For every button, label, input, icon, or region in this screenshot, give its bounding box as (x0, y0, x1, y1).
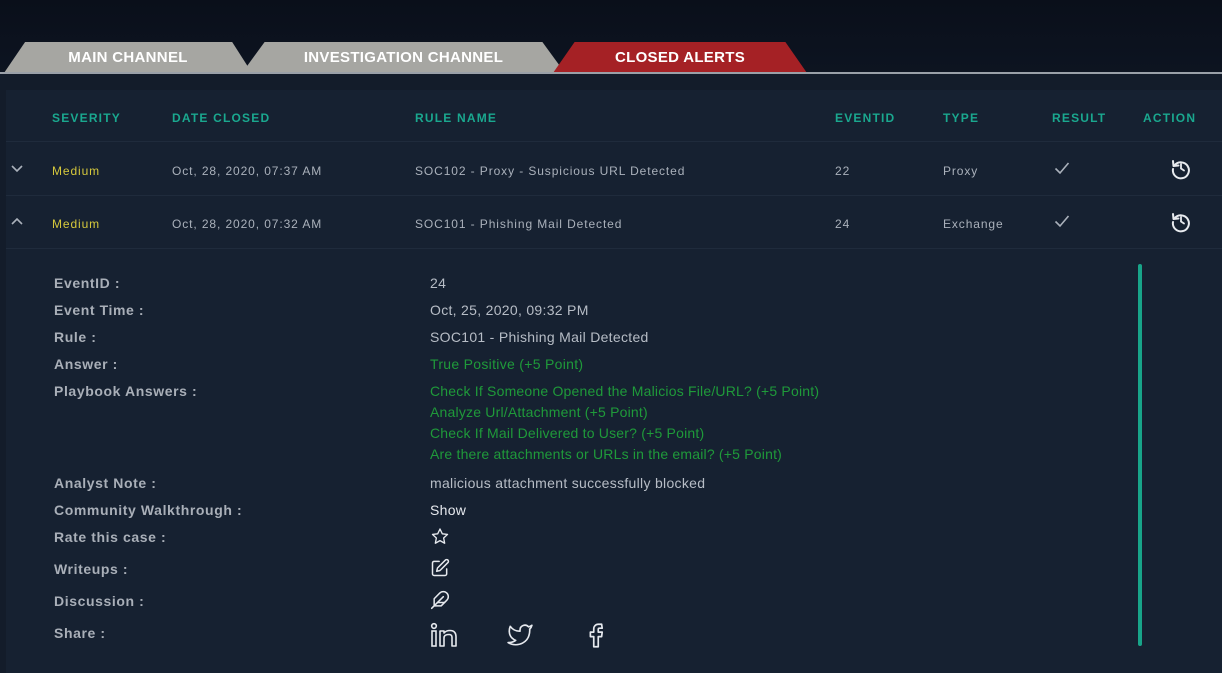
writeups-label: Writeups : (54, 561, 129, 577)
rule-name: SOC101 - Phishing Mail Detected (415, 217, 623, 231)
restore-icon[interactable] (1169, 209, 1193, 233)
column-header-result[interactable]: RESULT (1052, 111, 1106, 125)
chevron-up-icon[interactable] (10, 214, 24, 228)
table-row[interactable]: Medium Oct, 28, 2020, 07:32 AM SOC101 - … (6, 196, 1222, 249)
tab-investigation-channel[interactable]: INVESTIGATION CHANNEL (242, 42, 565, 73)
playbook-answer: Check If Mail Delivered to User? (+5 Poi… (430, 425, 705, 441)
table-row[interactable]: Medium Oct, 28, 2020, 07:37 AM SOC102 - … (6, 143, 1222, 196)
edit-icon[interactable] (430, 558, 450, 578)
event-id: 24 (835, 217, 851, 231)
rule-label: Rule : (54, 329, 97, 345)
playbook-answer: Analyze Url/Attachment (+5 Point) (430, 404, 648, 420)
tab-label: INVESTIGATION CHANNEL (303, 49, 504, 66)
star-icon[interactable] (430, 527, 450, 546)
event-time-value: Oct, 25, 2020, 09:32 PM (430, 302, 589, 318)
details-scrollbar[interactable] (1138, 264, 1142, 646)
playbook-answers-label: Playbook Answers : (54, 383, 198, 399)
answer-label: Answer : (54, 356, 118, 372)
column-header-severity[interactable]: SEVERITY (52, 111, 121, 125)
date-closed: Oct, 28, 2020, 07:37 AM (172, 164, 323, 178)
column-header-date-closed[interactable]: DATE CLOSED (172, 111, 270, 125)
playbook-answer: Check If Someone Opened the Malicios Fil… (430, 383, 820, 399)
alert-type: Exchange (943, 217, 1004, 231)
severity-badge: Medium (52, 217, 101, 231)
tab-label: MAIN CHANNEL (68, 49, 188, 66)
check-icon (1054, 162, 1070, 175)
tab-closed-alerts[interactable]: CLOSED ALERTS (553, 42, 807, 73)
table-header: SEVERITY DATE CLOSED RULE NAME EVENTID T… (6, 90, 1222, 142)
analyst-note-value: malicious attachment successfully blocke… (430, 475, 706, 491)
show-walkthrough-link[interactable]: Show (430, 502, 466, 518)
facebook-icon[interactable] (586, 622, 606, 649)
check-icon (1054, 215, 1070, 228)
chevron-down-icon[interactable] (10, 161, 24, 175)
analyst-note-label: Analyst Note : (54, 475, 157, 491)
column-header-eventid[interactable]: EVENTID (835, 111, 895, 125)
tab-main-channel[interactable]: MAIN CHANNEL (4, 42, 252, 73)
tab-underline (0, 72, 1222, 74)
playbook-answer: Are there attachments or URLs in the ema… (430, 446, 783, 462)
linkedin-icon[interactable] (430, 622, 458, 648)
twitter-icon[interactable] (505, 622, 535, 648)
event-id: 22 (835, 164, 851, 178)
eventid-label: EventID : (54, 275, 121, 291)
column-header-action[interactable]: ACTION (1143, 111, 1196, 125)
feather-icon[interactable] (430, 590, 450, 610)
discussion-label: Discussion : (54, 593, 145, 609)
restore-icon[interactable] (1169, 156, 1193, 180)
rate-label: Rate this case : (54, 529, 167, 545)
column-header-type[interactable]: TYPE (943, 111, 979, 125)
tab-label: CLOSED ALERTS (614, 49, 745, 66)
column-header-rule-name[interactable]: RULE NAME (415, 111, 497, 125)
answer-value: True Positive (+5 Point) (430, 356, 584, 372)
severity-badge: Medium (52, 164, 101, 178)
date-closed: Oct, 28, 2020, 07:32 AM (172, 217, 323, 231)
community-walkthrough-label: Community Walkthrough : (54, 502, 243, 518)
share-label: Share : (54, 625, 106, 641)
rule-name: SOC102 - Proxy - Suspicious URL Detected (415, 164, 686, 178)
event-time-label: Event Time : (54, 302, 145, 318)
alert-type: Proxy (943, 164, 979, 178)
rule-value: SOC101 - Phishing Mail Detected (430, 329, 649, 345)
eventid-value: 24 (430, 275, 447, 291)
